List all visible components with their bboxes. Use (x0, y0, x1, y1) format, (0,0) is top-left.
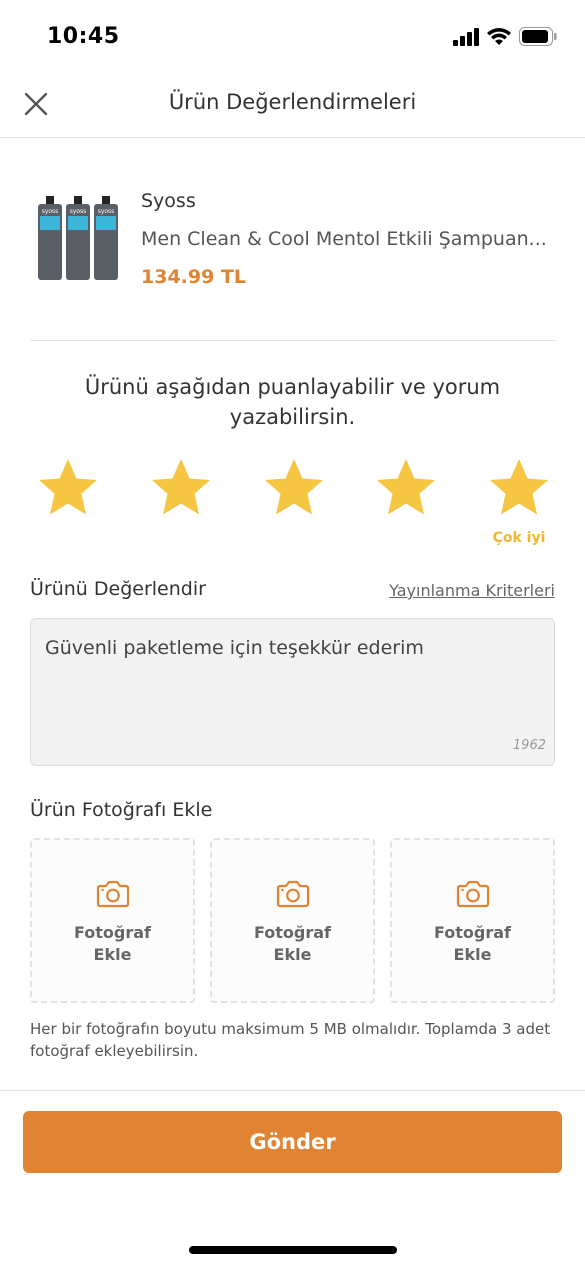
photo-size-note: Her bir fotoğrafın boyutu maksimum 5 MB … (30, 1020, 551, 1060)
review-section-title: Ürünü Değerlendir (30, 578, 206, 600)
product-price: 134.99 TL (141, 266, 247, 288)
rating-prompt: Ürünü aşağıdan puanlayabilir ve yorum ya… (60, 372, 525, 432)
add-photo-label: Fotoğraf Ekle (392, 922, 553, 966)
add-photo-label-line2: Ekle (273, 945, 312, 964)
add-photo-label-line1: Fotoğraf (73, 923, 151, 942)
add-photo-label-line2: Ekle (453, 945, 492, 964)
product-name: Men Clean & Cool Mentol Etkili Şampuan..… (141, 228, 547, 250)
page-title: Ürün Değerlendirmeleri (168, 90, 417, 114)
rating-prompt-line2: yazabilirsin. (229, 405, 356, 429)
status-time: 10:45 (47, 24, 120, 49)
review-textarea[interactable]: Güvenli paketleme için teşekkür ederim 1… (30, 618, 555, 766)
submit-button[interactable]: Gönder (23, 1111, 562, 1173)
star-icon-1[interactable] (36, 456, 100, 520)
add-photo-label-line1: Fotoğraf (253, 923, 331, 942)
svg-text:syoss: syoss (70, 208, 87, 215)
camera-icon (276, 880, 310, 908)
status-bar: 10:45 (0, 0, 585, 70)
add-photo-button-3[interactable]: Fotoğraf Ekle (390, 838, 555, 1003)
product-image: syoss syoss syoss (38, 196, 118, 280)
svg-text:syoss: syoss (98, 208, 115, 215)
home-indicator[interactable] (189, 1246, 397, 1254)
star-icon-5[interactable] (487, 456, 551, 520)
wifi-icon (487, 28, 511, 45)
battery-icon (519, 27, 557, 46)
star-icon-2[interactable] (149, 456, 213, 520)
character-counter: 1962 (512, 738, 546, 753)
add-photo-button-1[interactable]: Fotoğraf Ekle (30, 838, 195, 1003)
product-summary: syoss syoss syoss Syoss Men Clean & Cool… (30, 180, 555, 300)
rating-label: Çok iyi (492, 530, 546, 546)
add-photo-label: Fotoğraf Ekle (32, 922, 193, 966)
review-text: Güvenli paketleme için teşekkür ederim (45, 637, 424, 659)
star-rating (0, 456, 585, 526)
nav-bar: Ürün Değerlendirmeleri (0, 70, 585, 138)
add-photo-label: Fotoğraf Ekle (212, 922, 373, 966)
star-icon-3[interactable] (262, 456, 326, 520)
product-brand: Syoss (141, 190, 196, 212)
add-photo-label-line1: Fotoğraf (433, 923, 511, 942)
divider (30, 340, 555, 341)
divider (0, 1090, 585, 1091)
cellular-signal-icon (453, 28, 479, 46)
svg-text:syoss: syoss (42, 208, 59, 215)
add-photo-button-2[interactable]: Fotoğraf Ekle (210, 838, 375, 1003)
star-icon-4[interactable] (374, 456, 438, 520)
rating-prompt-line1: Ürünü aşağıdan puanlayabilir ve yorum (84, 375, 501, 399)
publishing-criteria-link[interactable]: Yayınlanma Kriterleri (389, 581, 555, 600)
camera-icon (96, 880, 130, 908)
camera-icon (456, 880, 490, 908)
add-photo-label-line2: Ekle (93, 945, 132, 964)
photo-section-title: Ürün Fotoğrafı Ekle (30, 799, 213, 821)
